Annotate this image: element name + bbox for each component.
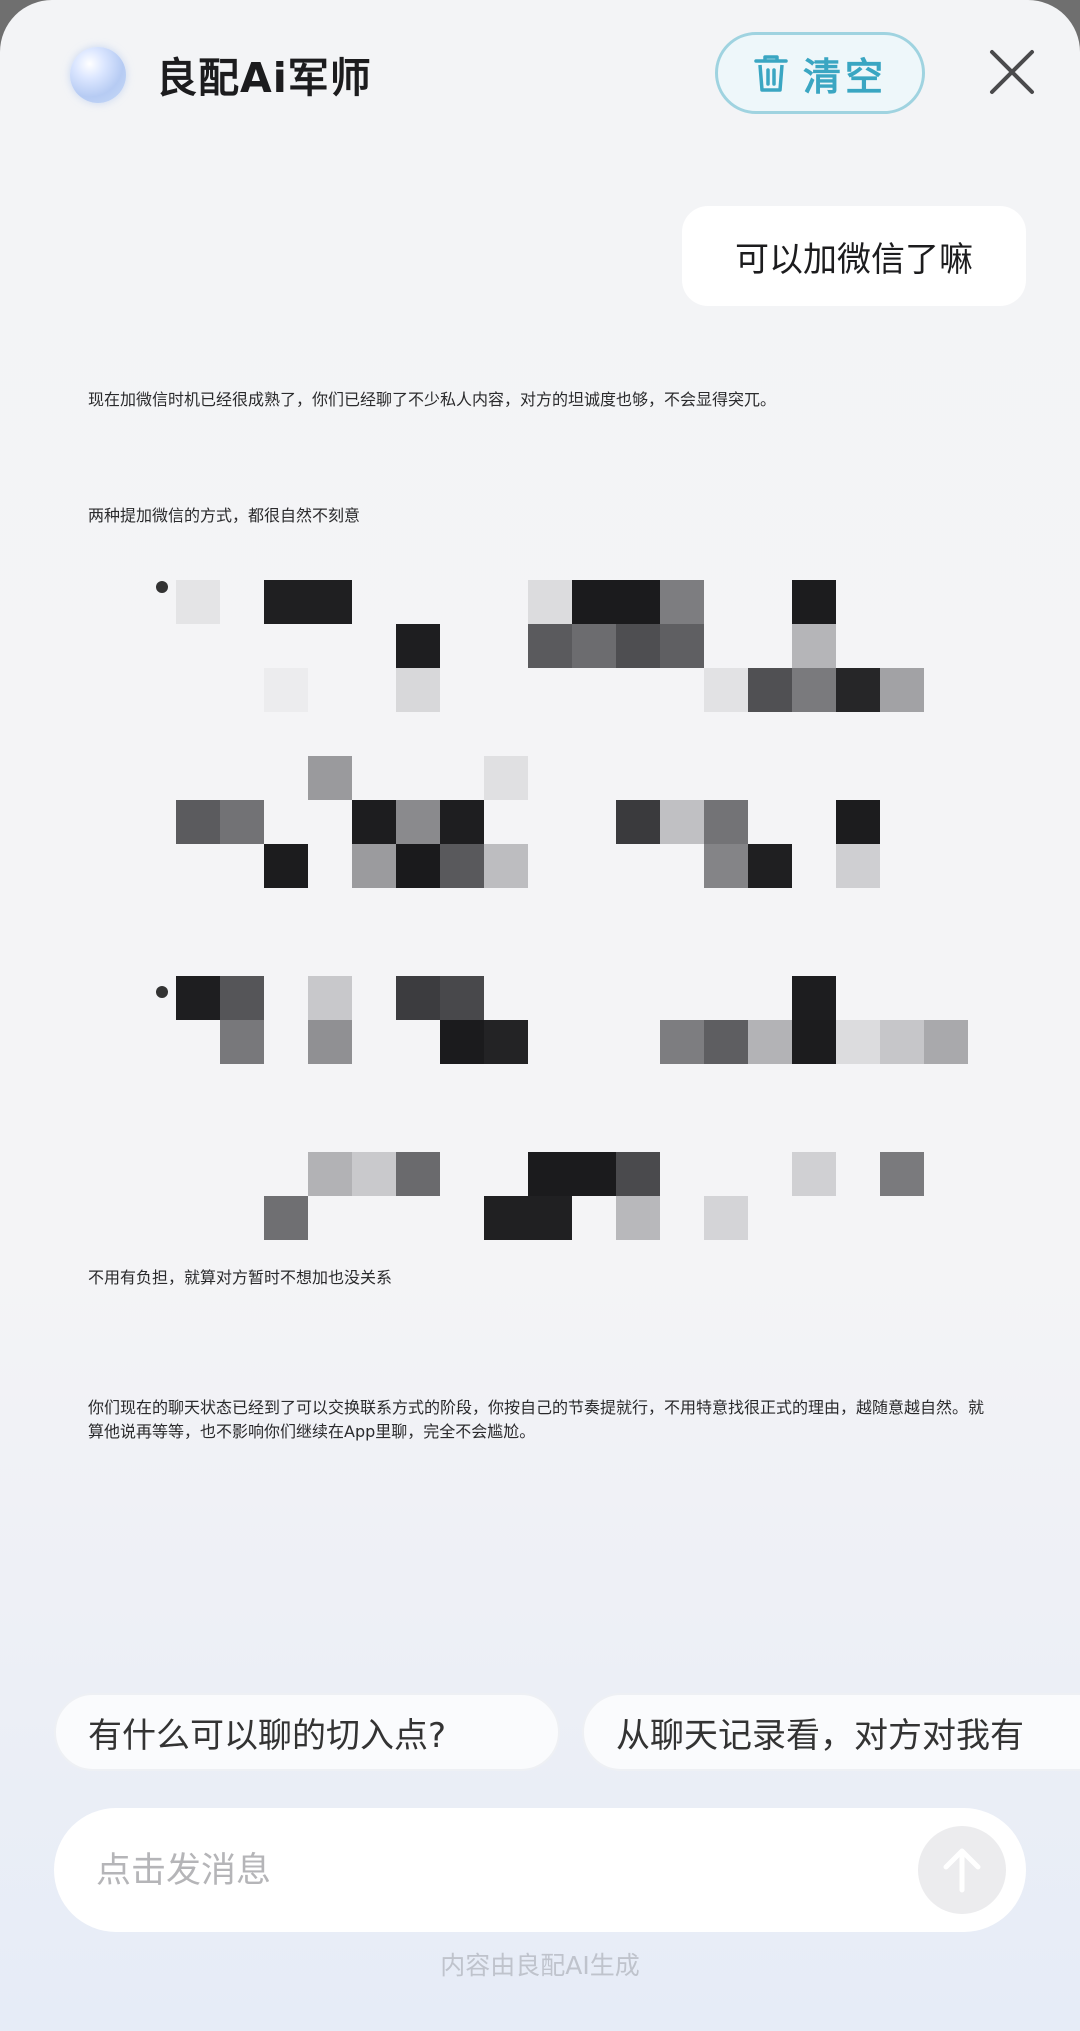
bullet-marker <box>156 986 168 998</box>
message-input[interactable] <box>94 1838 878 1904</box>
reply-heading-1: 两种提加微信的方式，都很自然不刻意 <box>88 506 361 525</box>
ai-orb-icon <box>70 47 126 103</box>
bullet-marker <box>156 581 168 593</box>
clear-button[interactable]: 清空 <box>715 32 925 114</box>
user-message-bubble: 可以加微信了嘛 <box>682 206 1026 306</box>
ai-generated-note: 内容由良配AI生成 <box>440 1951 640 1980</box>
arrow-up-icon <box>943 1848 981 1893</box>
chat-sheet: 良配Ai军师 清空 可以加微信了嘛 现在加微信时机已经很成熟了，你们已经聊了不少… <box>0 0 1080 2031</box>
suggestion-chip[interactable]: 有什么可以聊的切入点? <box>54 1693 560 1771</box>
reply-heading-2: 不用有负担，就算对方暂时不想加也没关系 <box>88 1268 393 1287</box>
clear-label: 清空 <box>802 54 887 99</box>
trash-icon <box>754 55 788 92</box>
close-icon[interactable] <box>986 46 1038 98</box>
app-title: 良配Ai军师 <box>156 54 372 102</box>
reply-intro: 现在加微信时机已经很成熟了，你们已经聊了不少私人内容，对方的坦诚度也够，不会显得… <box>88 390 777 409</box>
suggestion-chips: 有什么可以聊的切入点? 从聊天记录看，对方对我有 <box>0 1690 1080 1776</box>
pixelated-bullet-content <box>176 545 972 1245</box>
suggestion-chip[interactable]: 从聊天记录看，对方对我有 <box>582 1693 1080 1771</box>
header: 良配Ai军师 清空 <box>0 0 1080 150</box>
reply-closing: 你们现在的聊天状态已经到了可以交换联系方式的阶段，你按自己的节奏提就行，不用特意… <box>88 1398 985 1441</box>
send-button[interactable] <box>918 1826 1006 1914</box>
message-composer <box>54 1808 1026 1932</box>
